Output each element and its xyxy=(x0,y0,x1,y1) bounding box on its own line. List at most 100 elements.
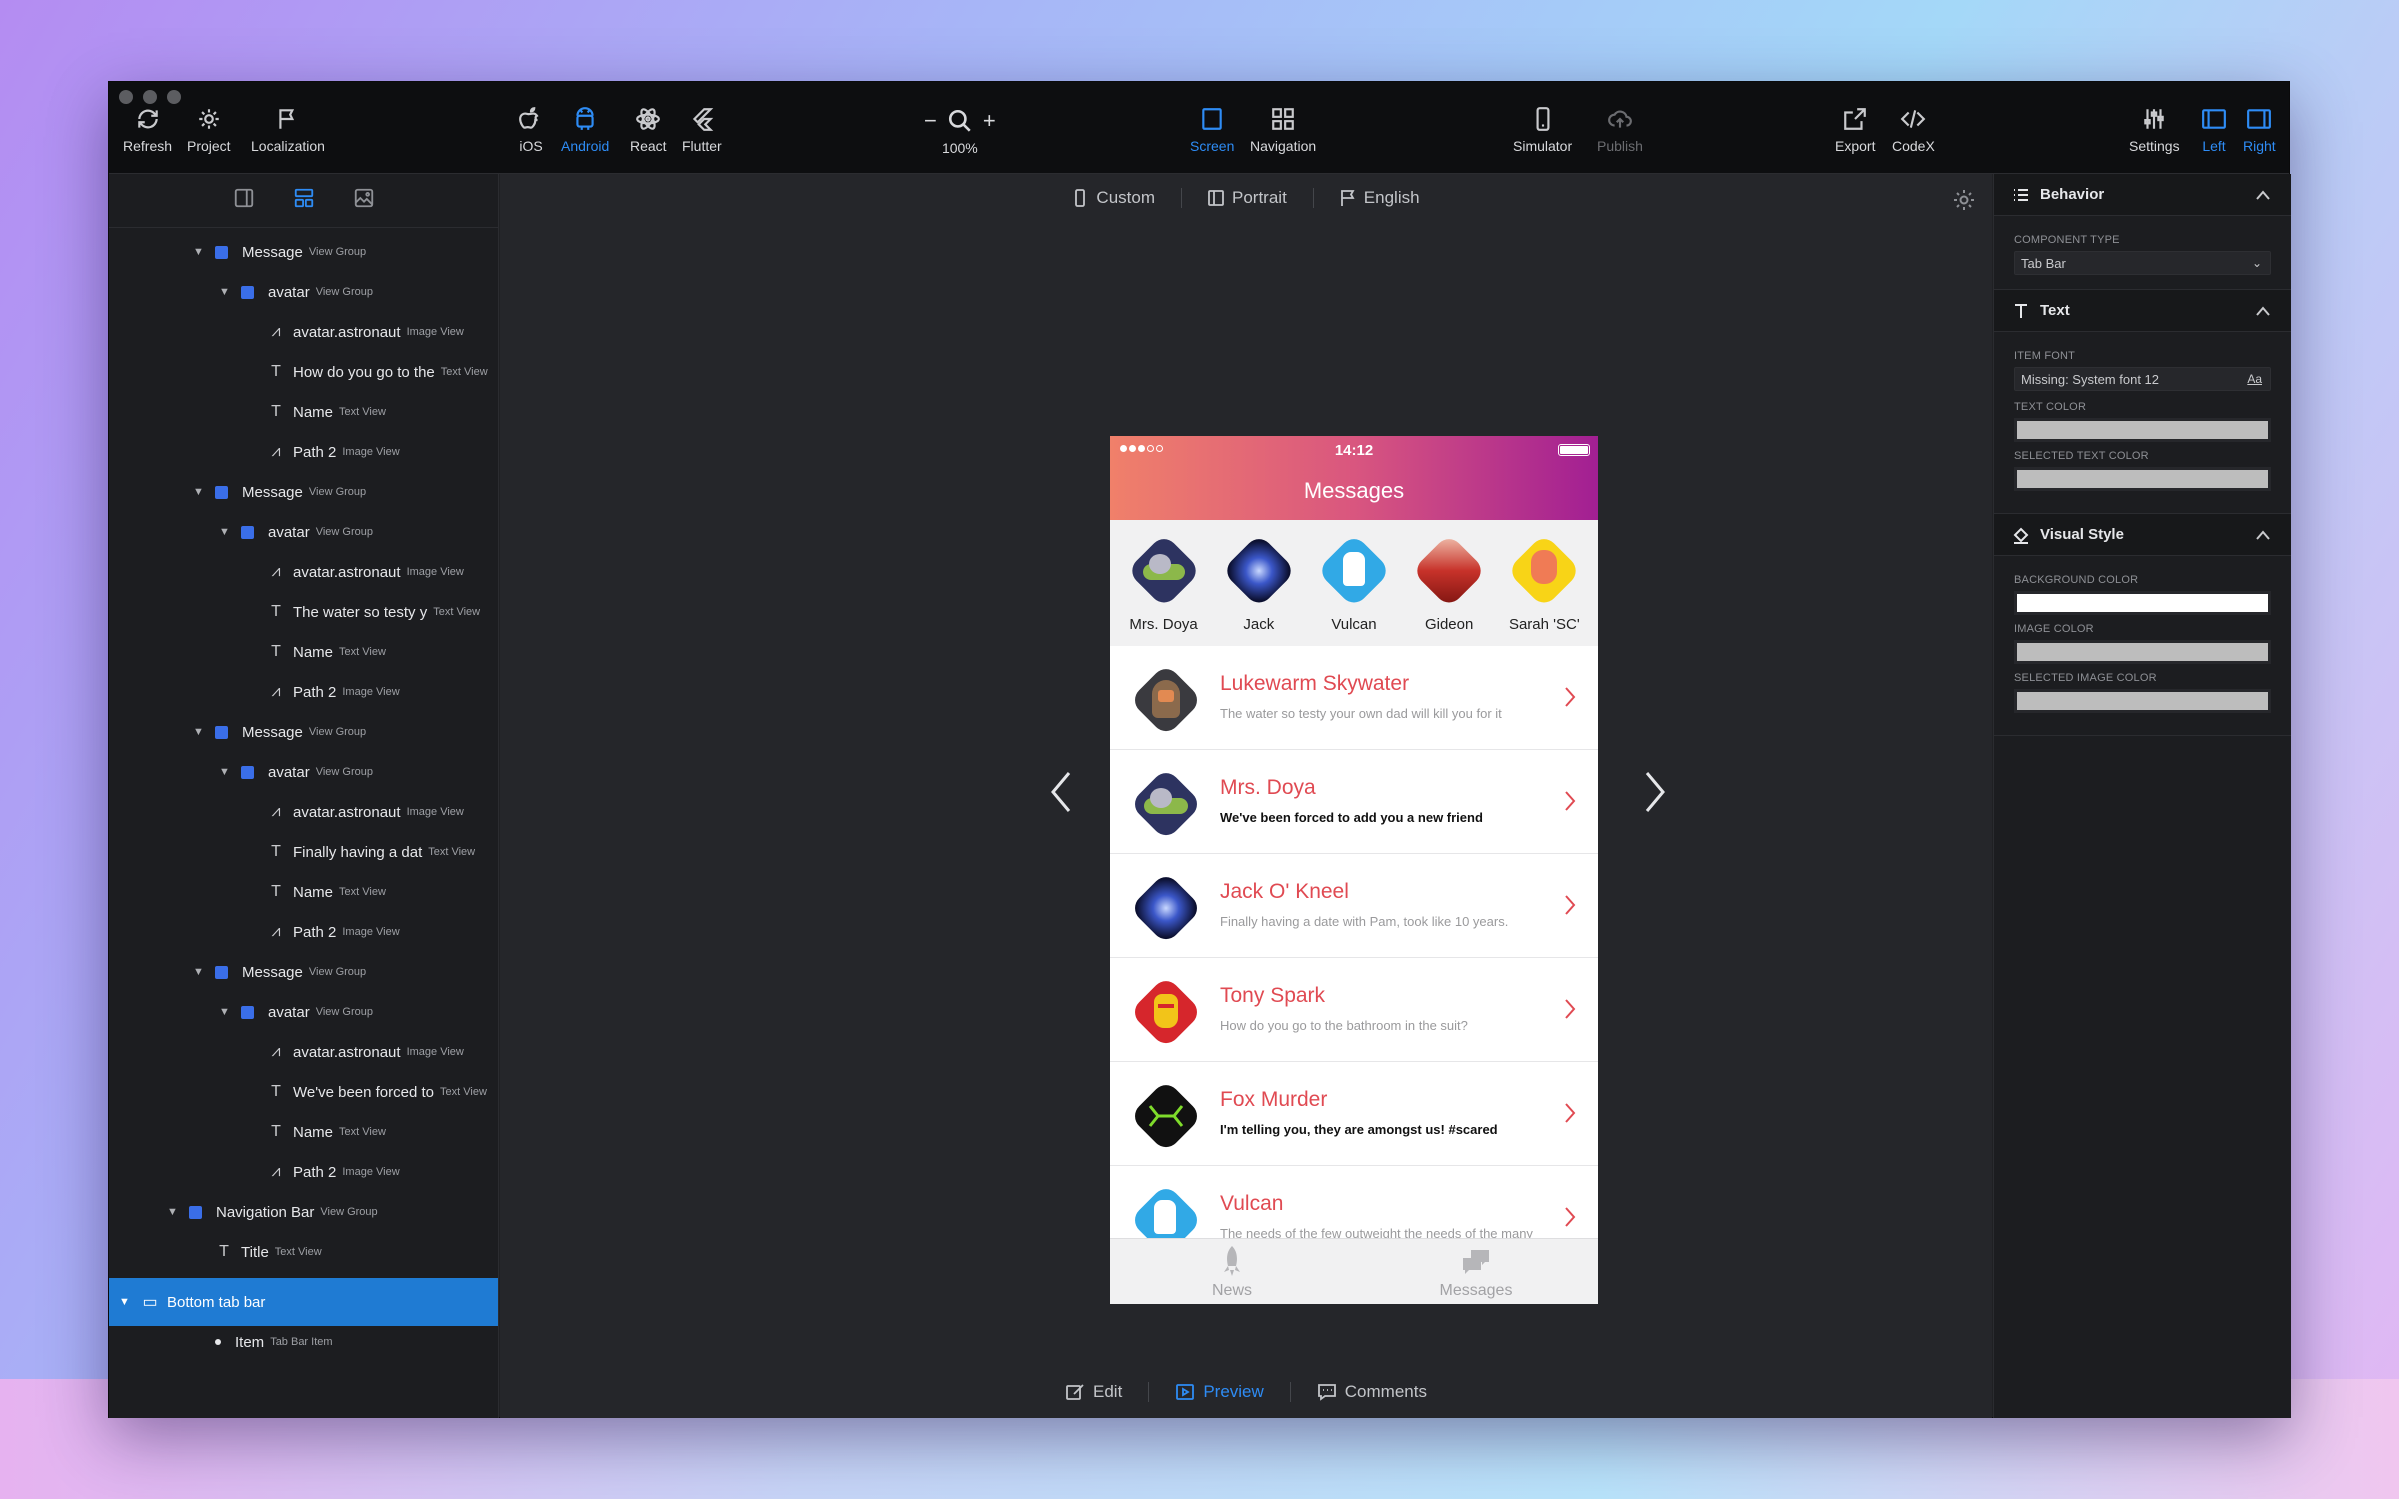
image-color-swatch[interactable] xyxy=(2014,640,2271,664)
selected-image-color-swatch[interactable] xyxy=(2014,689,2271,713)
story-item[interactable]: Mrs. Doya xyxy=(1125,520,1202,646)
navigation-button[interactable]: Navigation xyxy=(1250,106,1316,154)
layer-row-selected[interactable]: ▼ ▭ Bottom tab bar xyxy=(109,1278,498,1326)
react-button[interactable]: React xyxy=(630,106,667,154)
text-color-swatch[interactable] xyxy=(2014,418,2271,442)
layer-row[interactable]: Item Tab Bar Item xyxy=(109,1322,333,1362)
device-selector[interactable]: Custom xyxy=(1046,188,1182,208)
layer-row[interactable]: ▼ avatar View Group xyxy=(109,752,373,792)
layer-name: Path 2 xyxy=(293,683,337,701)
zoom-out-button[interactable]: − xyxy=(924,108,937,134)
layer-row[interactable]: ⩘ Path 2 Image View xyxy=(109,672,399,712)
flutter-button[interactable]: Flutter xyxy=(682,106,722,154)
project-button[interactable]: Project xyxy=(187,106,231,154)
layer-row[interactable]: T Name Text View xyxy=(109,1112,386,1152)
canvas-settings-button[interactable] xyxy=(1952,188,1976,212)
disclosure-triangle-icon[interactable]: ▼ xyxy=(193,966,205,978)
next-screen-button[interactable] xyxy=(1641,769,1669,815)
tab-layers[interactable] xyxy=(293,187,315,214)
layer-row[interactable]: ⩘ Path 2 Image View xyxy=(109,912,399,952)
layer-row[interactable]: T Name Text View xyxy=(109,392,386,432)
message-row[interactable]: Mrs. Doya We've been forced to add you a… xyxy=(1110,750,1598,854)
android-button[interactable]: Android xyxy=(561,106,609,154)
layer-row[interactable]: ▼ avatar View Group xyxy=(109,992,373,1032)
close-window-button[interactable] xyxy=(119,90,133,104)
layer-row[interactable]: ⩘ avatar.astronaut Image View xyxy=(109,312,463,352)
layer-row[interactable]: ⩘ Path 2 Image View xyxy=(109,432,399,472)
left-panel-toggle[interactable]: Left xyxy=(2201,106,2227,154)
layer-row[interactable]: T The water so testy y Text View xyxy=(109,592,480,632)
right-panel-toggle[interactable]: Right xyxy=(2243,106,2276,154)
disclosure-triangle-icon[interactable]: ▼ xyxy=(193,726,205,738)
disclosure-triangle-icon[interactable]: ▼ xyxy=(219,526,231,538)
export-button[interactable]: Export xyxy=(1835,106,1875,154)
behavior-section-header[interactable]: Behavior xyxy=(1994,174,2291,216)
tab-assets[interactable] xyxy=(353,187,375,214)
localization-button[interactable]: Localization xyxy=(251,106,325,154)
layer-row[interactable]: T How do you go to the Text View xyxy=(109,352,488,392)
layer-row[interactable]: ⩘ avatar.astronaut Image View xyxy=(109,792,463,832)
layer-row[interactable]: ▼ Message View Group xyxy=(109,712,366,752)
layer-row[interactable]: ▼ avatar View Group xyxy=(109,272,373,312)
layer-row[interactable]: ▼ Message View Group xyxy=(109,232,366,272)
story-item[interactable]: Jack xyxy=(1221,520,1297,646)
minimize-window-button[interactable] xyxy=(143,90,157,104)
simulator-button[interactable]: Simulator xyxy=(1513,106,1572,154)
layer-row[interactable]: ▼ avatar View Group xyxy=(109,512,373,552)
layer-row[interactable]: ⩘ avatar.astronaut Image View xyxy=(109,1032,463,1072)
text-section-header[interactable]: Text xyxy=(1994,290,2291,332)
component-type-select[interactable]: Tab Bar ⌄ xyxy=(2014,251,2271,275)
message-row[interactable]: Tony Spark How do you go to the bathroom… xyxy=(1110,958,1598,1062)
phone-preview[interactable]: 14:12 Messages Mrs. Doya Jack Vulcan Gid… xyxy=(1110,436,1598,1304)
edit-mode-button[interactable]: Edit xyxy=(1039,1382,1150,1402)
message-row[interactable]: Lukewarm Skywater The water so testy you… xyxy=(1110,646,1598,750)
layer-row[interactable]: T Name Text View xyxy=(109,632,386,672)
app-window: Refresh Project Localization iOS Android… xyxy=(108,81,2291,1418)
tab-news[interactable]: News xyxy=(1110,1239,1354,1304)
disclosure-triangle-icon[interactable]: ▼ xyxy=(119,1296,131,1308)
disclosure-triangle-icon[interactable]: ▼ xyxy=(193,246,205,258)
disclosure-triangle-icon[interactable]: ▼ xyxy=(219,286,231,298)
preview-mode-button[interactable]: Preview xyxy=(1149,1382,1291,1402)
settings-button[interactable]: Settings xyxy=(2129,106,2180,154)
tab-messages[interactable]: Messages xyxy=(1354,1239,1598,1304)
story-item[interactable]: Gideon xyxy=(1411,520,1487,646)
orientation-selector[interactable]: Portrait xyxy=(1182,188,1314,208)
disclosure-triangle-icon[interactable]: ▼ xyxy=(219,1006,231,1018)
story-item[interactable]: Sarah 'SC' xyxy=(1506,520,1583,646)
disclosure-triangle-icon[interactable]: ▼ xyxy=(219,766,231,778)
layer-row[interactable]: ▼ Message View Group xyxy=(109,472,366,512)
screen-button[interactable]: Screen xyxy=(1190,106,1234,154)
chevron-up-icon[interactable] xyxy=(2255,528,2271,540)
zoom-window-button[interactable] xyxy=(167,90,181,104)
refresh-button[interactable]: Refresh xyxy=(123,106,172,154)
selected-text-color-swatch[interactable] xyxy=(2014,467,2271,491)
background-color-swatch[interactable] xyxy=(2014,591,2271,615)
tab-screens[interactable] xyxy=(233,187,255,214)
message-row[interactable]: Jack O' Kneel Finally having a date with… xyxy=(1110,854,1598,958)
font-picker-button[interactable]: Aa xyxy=(2247,372,2262,386)
layer-row[interactable]: ▼ Message View Group xyxy=(109,952,366,992)
chevron-up-icon[interactable] xyxy=(2255,304,2271,316)
disclosure-triangle-icon[interactable]: ▼ xyxy=(193,486,205,498)
zoom-in-button[interactable]: + xyxy=(983,108,996,134)
layer-row[interactable]: T Title Text View xyxy=(109,1232,322,1272)
visual-style-section-header[interactable]: Visual Style xyxy=(1994,514,2291,556)
item-font-field[interactable]: Missing: System font 12 Aa xyxy=(2014,367,2271,391)
story-item[interactable]: Vulcan xyxy=(1316,520,1392,646)
previous-screen-button[interactable] xyxy=(1047,769,1075,815)
language-selector[interactable]: English xyxy=(1314,188,1446,208)
ios-button[interactable]: iOS xyxy=(518,106,544,154)
layer-row[interactable]: T Finally having a dat Text View xyxy=(109,832,475,872)
layer-row[interactable]: T Name Text View xyxy=(109,872,386,912)
layer-row[interactable]: ▼ Navigation Bar View Group xyxy=(109,1192,378,1232)
disclosure-triangle-icon[interactable]: ▼ xyxy=(167,1206,179,1218)
comments-mode-button[interactable]: Comments xyxy=(1291,1382,1453,1402)
chevron-up-icon[interactable] xyxy=(2255,188,2271,200)
publish-button[interactable]: Publish xyxy=(1597,106,1643,154)
layer-row[interactable]: ⩘ avatar.astronaut Image View xyxy=(109,552,463,592)
layer-row[interactable]: T We've been forced to Text View xyxy=(109,1072,487,1112)
codex-button[interactable]: CodeX xyxy=(1892,106,1935,154)
message-row[interactable]: Fox Murder I'm telling you, they are amo… xyxy=(1110,1062,1598,1166)
layer-row[interactable]: ⩘ Path 2 Image View xyxy=(109,1152,399,1192)
